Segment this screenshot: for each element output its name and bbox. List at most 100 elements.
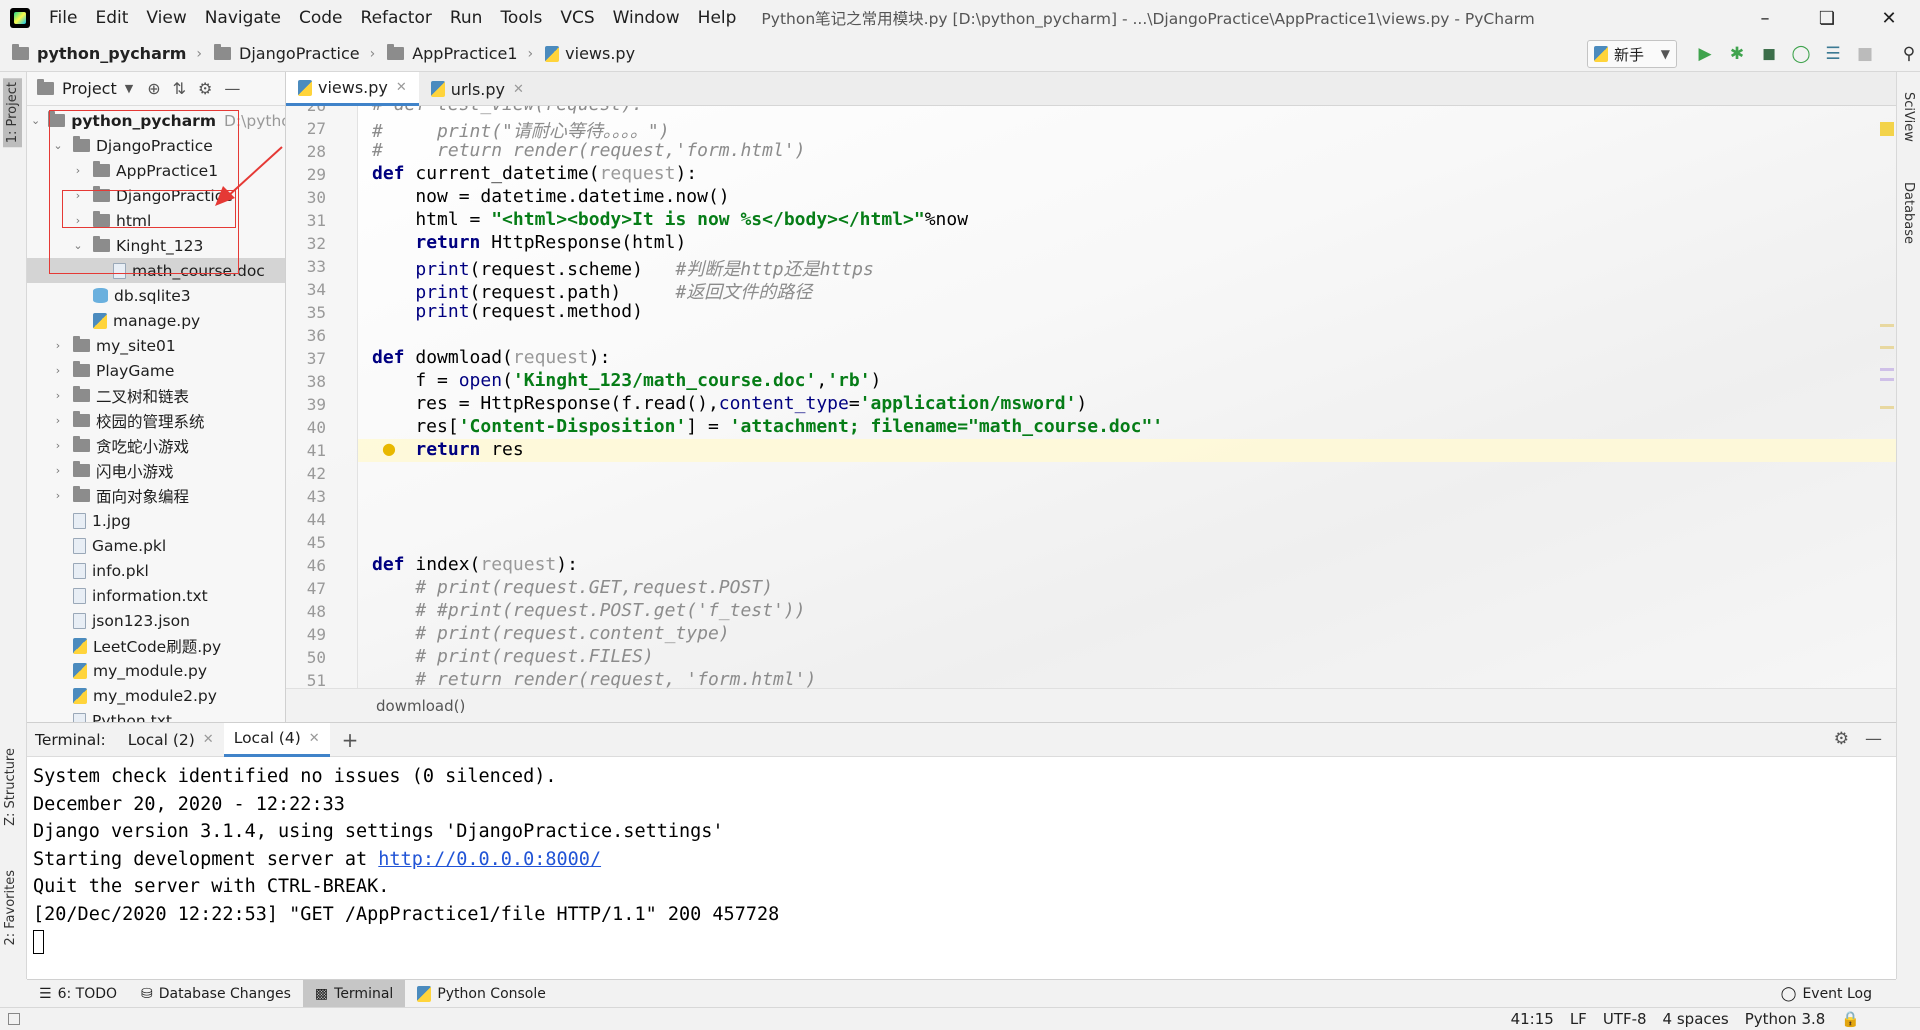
chevron-down-icon[interactable]: ⌄ <box>71 239 85 252</box>
coverage-icon[interactable]: ◼ <box>1756 40 1782 68</box>
tree-item[interactable]: LeetCode刷题.py <box>27 633 285 658</box>
tool-windows-toggle-icon[interactable] <box>8 1013 20 1025</box>
debug-icon[interactable]: ✱ <box>1724 40 1750 68</box>
code-line[interactable]: # print(request.FILES) <box>372 646 653 667</box>
code-line[interactable]: def dowmload(request): <box>372 347 610 368</box>
tree-item[interactable]: › 贪吃蛇小游戏 <box>27 433 285 458</box>
terminal-output[interactable]: System check identified no issues (0 sil… <box>27 757 1896 962</box>
menu-file[interactable]: File <box>40 8 86 28</box>
event-log-tool-tab[interactable]: ◯ Event Log <box>1769 980 1896 1008</box>
breadcrumb-apppractice1[interactable]: AppPractice1 › <box>387 44 533 63</box>
menu-view[interactable]: View <box>137 8 195 28</box>
tab-urls-py[interactable]: urls.py ✕ <box>419 72 536 106</box>
database-tool-tab[interactable]: Database <box>1901 182 1916 244</box>
code-line[interactable]: # return render(request,'form.html') <box>372 140 805 161</box>
tree-item[interactable]: Game.pkl <box>27 533 285 558</box>
chevron-right-icon[interactable]: › <box>51 464 65 477</box>
restore-icon[interactable]: ❏ <box>1796 0 1858 36</box>
code-line[interactable]: res = HttpResponse(f.read(),content_type… <box>372 393 1087 414</box>
tree-item[interactable]: › 校园的管理系统 <box>27 408 285 433</box>
close-icon[interactable]: ✕ <box>396 80 407 95</box>
collapse-all-icon[interactable]: ⇅ <box>173 79 186 98</box>
lightbulb-icon[interactable]: ● <box>382 439 396 458</box>
menu-code[interactable]: Code <box>290 8 352 28</box>
menu-edit[interactable]: Edit <box>86 8 137 28</box>
close-icon[interactable]: ✕ <box>1858 0 1920 36</box>
close-icon[interactable]: ✕ <box>513 82 524 97</box>
server-link[interactable]: http://0.0.0.0:8000/ <box>378 849 601 870</box>
code-area[interactable]: 26 # def test_view(request): 27 # print("请耐… <box>286 106 1896 688</box>
locate-icon[interactable]: ⊕ <box>147 79 160 98</box>
line-separator[interactable]: LF <box>1570 1010 1587 1028</box>
code-line[interactable]: # #print(request.POST.get('f_test')) <box>372 600 805 621</box>
run-configuration-select[interactable]: 新手 ▼ <box>1587 40 1677 68</box>
code-breadcrumb[interactable]: dowmload() <box>286 688 1896 722</box>
breadcrumb-project[interactable]: python_pycharm › <box>12 44 202 63</box>
lock-icon[interactable]: 🔒 <box>1841 1010 1860 1028</box>
concurrency-icon[interactable]: ☰ <box>1820 40 1846 68</box>
menu-navigate[interactable]: Navigate <box>196 8 290 28</box>
tree-item[interactable]: › AppPractice1 <box>27 158 285 183</box>
chevron-right-icon[interactable]: › <box>71 164 85 177</box>
tree-item[interactable]: info.pkl <box>27 558 285 583</box>
python-console-tool-tab[interactable]: Python Console <box>405 980 558 1008</box>
favorites-tool-tab[interactable]: 2: Favorites <box>3 870 18 946</box>
menu-window[interactable]: Window <box>604 8 689 28</box>
breadcrumb-djangopractice[interactable]: DjangoPractice › <box>214 44 375 63</box>
tree-item[interactable]: manage.py <box>27 308 285 333</box>
code-line[interactable]: # def test_view(request): <box>372 106 643 115</box>
tree-item[interactable]: my_module.py <box>27 658 285 683</box>
project-view-select[interactable]: Project <box>62 79 117 98</box>
terminal-tool-tab[interactable]: ▩ Terminal <box>302 979 406 1008</box>
code-line[interactable]: html = "<html><body>It is now %s</body><… <box>372 209 968 230</box>
tree-item[interactable]: 1.jpg <box>27 508 285 533</box>
tree-item[interactable]: › 二叉树和链表 <box>27 383 285 408</box>
tree-item[interactable]: my_module2.py <box>27 683 285 708</box>
tree-root[interactable]: ⌄ python_pycharm D:\python <box>27 108 285 133</box>
tree-item[interactable]: ⌄ Kinght_123 <box>27 233 285 258</box>
gear-icon[interactable]: ⚙ <box>198 79 212 98</box>
tree-item[interactable]: › 面向对象编程 <box>27 483 285 508</box>
structure-tool-tab[interactable]: Z: Structure <box>3 748 18 826</box>
tree-item[interactable]: › PlayGame <box>27 358 285 383</box>
code-line[interactable]: now = datetime.datetime.now() <box>372 186 729 207</box>
tree-item[interactable]: › html <box>27 208 285 233</box>
chevron-right-icon[interactable]: › <box>71 214 85 227</box>
close-icon[interactable]: ✕ <box>309 731 320 746</box>
profile-icon[interactable]: ◯ <box>1788 40 1814 68</box>
hide-icon[interactable]: — <box>224 79 240 98</box>
usage-marker[interactable] <box>1880 406 1894 409</box>
sciview-tool-tab[interactable]: SciView <box>1901 92 1916 142</box>
chevron-right-icon[interactable]: › <box>51 414 65 427</box>
close-icon[interactable]: ✕ <box>203 732 214 747</box>
error-stripe[interactable] <box>1880 106 1894 688</box>
usage-marker[interactable] <box>1880 324 1894 327</box>
chevron-down-icon[interactable]: ⌄ <box>31 114 40 127</box>
menu-vcs[interactable]: VCS <box>551 8 603 28</box>
minimize-icon[interactable]: – <box>1734 0 1796 36</box>
file-encoding[interactable]: UTF-8 <box>1603 1010 1647 1028</box>
code-line[interactable]: # print(request.GET,request.POST) <box>372 577 773 598</box>
run-icon[interactable]: ▶ <box>1692 40 1718 68</box>
chevron-right-icon[interactable]: › <box>51 339 65 352</box>
tree-item[interactable]: json123.json <box>27 608 285 633</box>
caret-position[interactable]: 41:15 <box>1511 1010 1554 1028</box>
usage-marker[interactable] <box>1880 346 1894 349</box>
code-line[interactable]: def current_datetime(request): <box>372 163 697 184</box>
chevron-right-icon[interactable]: › <box>51 489 65 502</box>
tree-item[interactable]: db.sqlite3 <box>27 283 285 308</box>
tree-item[interactable]: math_course.doc <box>27 258 285 283</box>
menu-tools[interactable]: Tools <box>491 8 551 28</box>
gear-icon[interactable]: ⚙ <box>1834 729 1849 749</box>
breadcrumb-views-py[interactable]: views.py <box>545 44 635 63</box>
chevron-right-icon[interactable]: › <box>51 389 65 402</box>
usage-marker[interactable] <box>1880 378 1894 381</box>
terminal-cursor-line[interactable] <box>33 928 1890 956</box>
menu-refactor[interactable]: Refactor <box>352 8 441 28</box>
project-tool-tab[interactable]: 1: Project <box>3 78 22 148</box>
code-line[interactable]: return HttpResponse(html) <box>372 232 686 253</box>
hide-icon[interactable]: — <box>1865 729 1882 749</box>
usage-marker[interactable] <box>1880 368 1894 371</box>
code-line[interactable]: print(request.method) <box>372 301 643 322</box>
tab-local-2[interactable]: Local (2) ✕ <box>118 723 224 757</box>
